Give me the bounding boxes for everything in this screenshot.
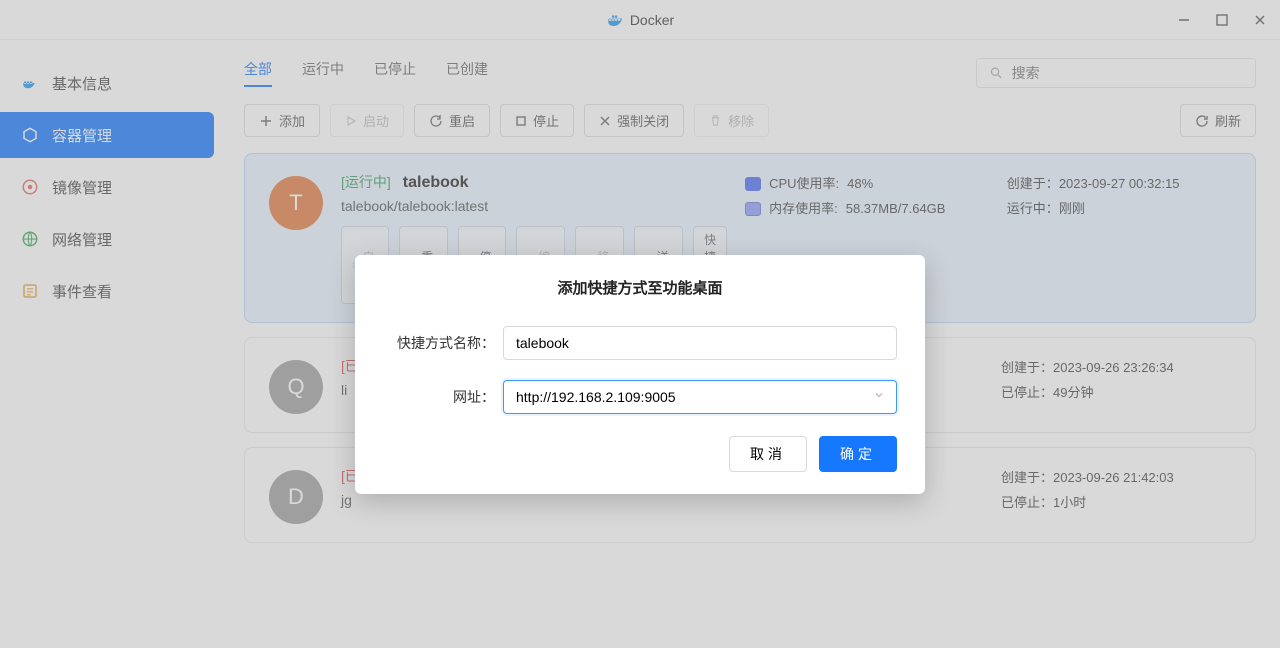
confirm-button[interactable]: 确定 xyxy=(819,436,897,472)
modal-title: 添加快捷方式至功能桌面 xyxy=(383,277,897,298)
shortcut-name-input[interactable] xyxy=(503,326,897,360)
modal-overlay[interactable]: 添加快捷方式至功能桌面 快捷方式名称： 网址： 取消 确定 xyxy=(0,0,1280,648)
modal-footer: 取消 确定 xyxy=(383,436,897,472)
url-label: 网址： xyxy=(383,387,503,407)
url-select[interactable] xyxy=(503,380,897,414)
cancel-button[interactable]: 取消 xyxy=(729,436,807,472)
shortcut-modal: 添加快捷方式至功能桌面 快捷方式名称： 网址： 取消 确定 xyxy=(355,255,925,494)
shortcut-name-label: 快捷方式名称： xyxy=(383,333,503,353)
